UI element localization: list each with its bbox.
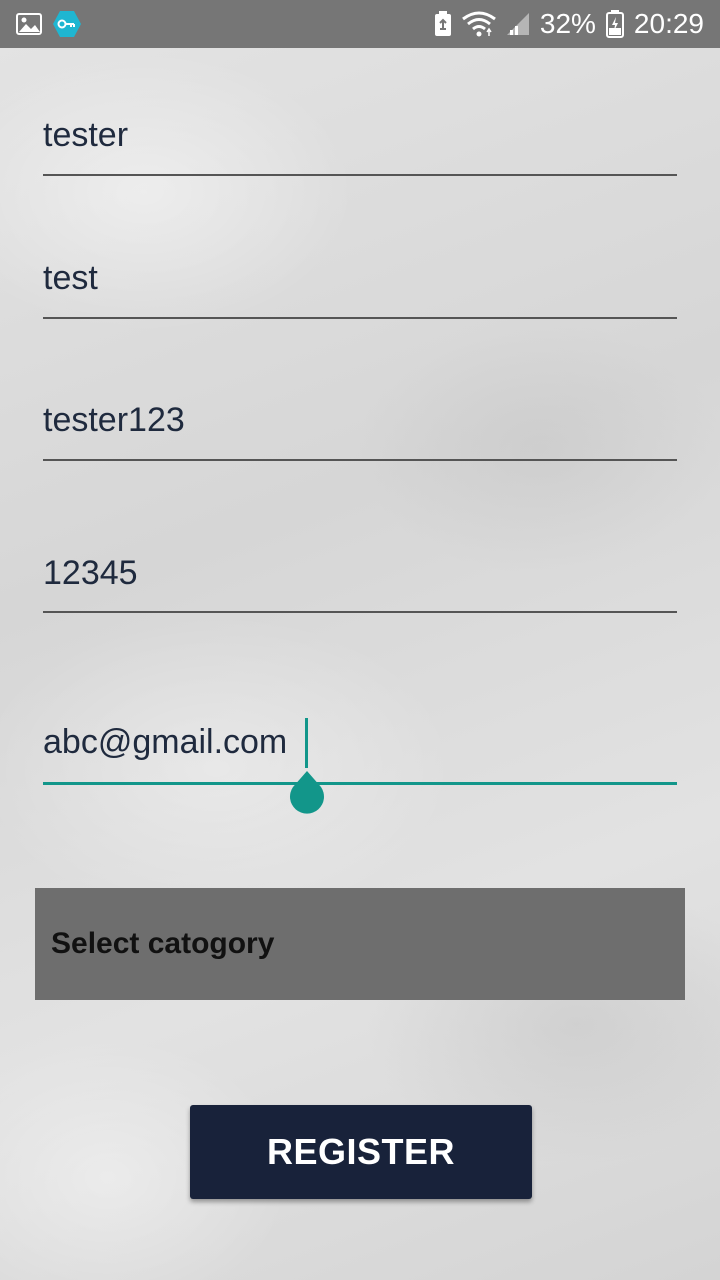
- category-spinner[interactable]: Select catogory: [35, 888, 685, 1000]
- register-button[interactable]: REGISTER: [190, 1105, 532, 1199]
- vpn-key-icon: [52, 10, 82, 38]
- category-spinner-label: Select catogory: [51, 927, 275, 960]
- name-field[interactable]: test: [43, 259, 677, 319]
- phone-field[interactable]: 12345: [43, 554, 677, 613]
- name-field-underline: [43, 317, 677, 319]
- password-field-value: tester123: [43, 401, 185, 439]
- status-bar: 32% 20:29: [0, 0, 720, 48]
- status-bar-right: 32% 20:29: [434, 8, 704, 40]
- email-field-value: abc@gmail.com: [43, 723, 288, 761]
- name-field-value: test: [43, 259, 98, 297]
- cursor-handle-icon[interactable]: [287, 771, 327, 815]
- clock: 20:29: [633, 8, 704, 39]
- phone-field-value: 12345: [43, 554, 138, 592]
- username-field-underline: [43, 174, 677, 176]
- password-field-underline: [43, 459, 677, 461]
- text-cursor: [305, 718, 308, 768]
- phone-field-underline: [43, 611, 677, 613]
- image-icon: [16, 12, 42, 36]
- battery-saver-icon: [434, 11, 452, 37]
- username-field[interactable]: tester: [43, 116, 677, 176]
- signal-icon: [506, 12, 530, 36]
- status-bar-left: [16, 10, 82, 38]
- email-field[interactable]: abc@gmail.com: [43, 718, 677, 814]
- username-field-value: tester: [43, 116, 129, 154]
- wifi-icon: [461, 11, 496, 37]
- password-field[interactable]: tester123: [43, 401, 677, 461]
- battery-percent: 32%: [539, 8, 596, 39]
- email-field-underline: [43, 782, 677, 785]
- battery-icon: [605, 10, 624, 38]
